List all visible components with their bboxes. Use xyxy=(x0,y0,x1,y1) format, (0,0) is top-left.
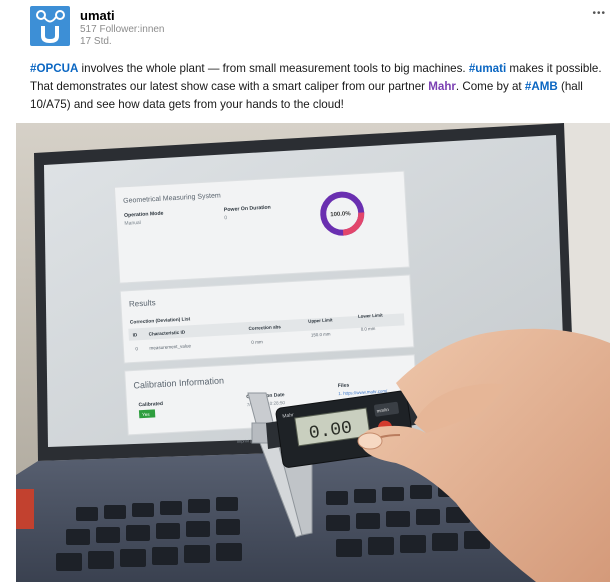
mention-mahr[interactable]: Mahr xyxy=(428,80,456,93)
post-timestamp: 17 Std. xyxy=(80,36,112,47)
calibrated-badge-text: Yes xyxy=(142,412,150,417)
hashtag-umati[interactable]: #umati xyxy=(469,62,506,75)
author-name[interactable]: umati xyxy=(80,8,165,24)
hashtag-amb[interactable]: #AMB xyxy=(525,80,558,93)
follower-count: 517 Follower:innen xyxy=(80,24,165,35)
hashtag-opcua[interactable]: #OPCUA xyxy=(30,62,78,75)
umati-logo-icon[interactable] xyxy=(30,6,70,46)
more-options-icon[interactable]: ••• xyxy=(592,8,606,19)
post-header: umati 517 Follower:innen 17 Std. xyxy=(30,6,165,50)
author-info: umati 517 Follower:innen 17 Std. xyxy=(80,6,165,48)
row-correction: 0 mm xyxy=(251,339,263,345)
files-label: Files xyxy=(338,383,350,390)
operation-mode-value: Manual xyxy=(124,220,141,227)
results-title: Results xyxy=(129,298,156,308)
post-image[interactable]: Geometrical Measuring System Operation M… xyxy=(16,123,610,582)
post-text-segment: involves the whole plant — from small me… xyxy=(78,62,469,75)
row-lower: 0.0 mm xyxy=(361,326,376,332)
linkedin-post: umati 517 Follower:innen 17 Std. ••• #OP… xyxy=(0,0,610,582)
post-text: #OPCUA involves the whole plant — from s… xyxy=(30,60,605,114)
usb-cable xyxy=(16,489,34,529)
gauge-value: 100.0% xyxy=(330,211,351,218)
post-text-segment: . Come by at xyxy=(455,80,525,93)
